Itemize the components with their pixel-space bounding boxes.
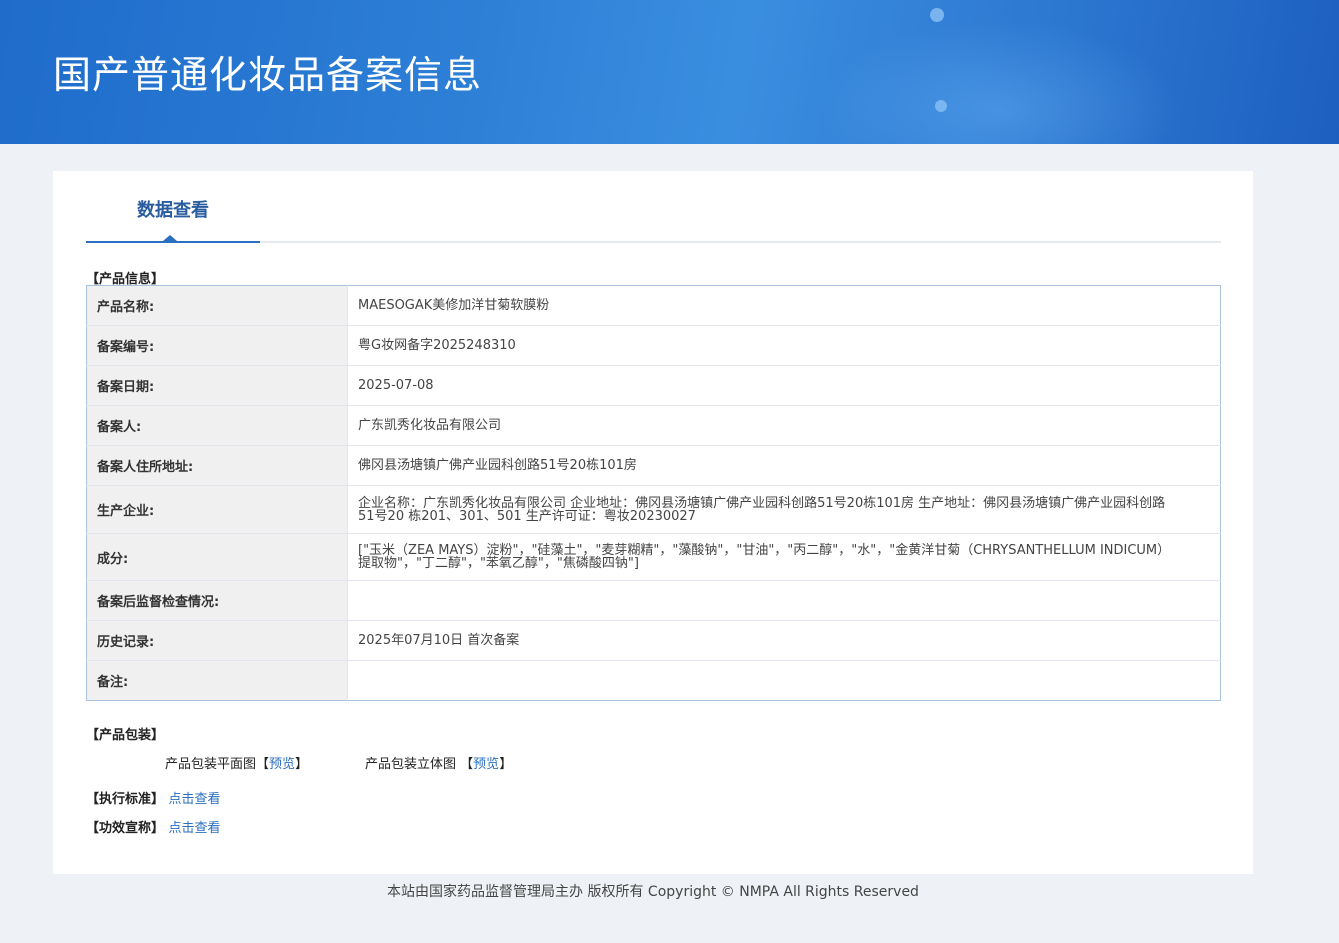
tab-active-caret-icon: [163, 235, 177, 241]
bracket-close: 】: [499, 757, 513, 772]
row-value: [347, 580, 1221, 621]
row-value: 2025-07-08: [347, 365, 1221, 406]
standard-view-link[interactable]: 点击查看: [169, 792, 221, 807]
table-row: 备案人: 广东凯秀化妆品有限公司: [86, 405, 1221, 446]
row-value: 佛冈县汤塘镇广佛产业园科创路51号20栋101房: [347, 445, 1221, 486]
row-value: 粤G妆网备字2025248310: [347, 325, 1221, 366]
tab-bar: 数据查看: [86, 171, 1221, 243]
row-label: 历史记录:: [86, 620, 348, 661]
row-label: 备注:: [86, 660, 348, 701]
efficacy-view-link[interactable]: 点击查看: [169, 821, 221, 836]
packaging-section-title: 【产品包装】: [86, 728, 165, 743]
row-value: MAESOGAK美修加洋甘菊软膜粉: [347, 285, 1221, 326]
row-value: 2025年07月10日 首次备案: [347, 620, 1221, 661]
row-value: 企业名称：广东凯秀化妆品有限公司 企业地址：佛冈县汤塘镇广佛产业园科创路51号2…: [347, 485, 1221, 534]
packaging-stereo-preview-link[interactable]: 预览: [473, 757, 499, 772]
row-value: [348, 661, 1221, 701]
row-label: 生产企业:: [86, 485, 348, 534]
efficacy-row: 【功效宣称】 点击查看: [86, 817, 221, 836]
table-row: 备注:: [86, 660, 1221, 701]
packaging-stereo-label: 产品包装立体图: [365, 757, 457, 772]
row-label: 备案日期:: [86, 365, 348, 406]
header-banner: 国产普通化妆品备案信息: [0, 0, 1339, 144]
table-row: 备案日期: 2025-07-08: [86, 365, 1221, 406]
product-info-table: 产品名称: MAESOGAK美修加洋甘菊软膜粉 备案编号: 粤G妆网备字2025…: [86, 285, 1221, 701]
packaging-flat-item: 产品包装平面图【预览】: [165, 753, 308, 772]
row-label: 备案编号:: [86, 325, 348, 366]
tab-active-underline: [86, 241, 260, 243]
table-row: 生产企业: 企业名称：广东凯秀化妆品有限公司 企业地址：佛冈县汤塘镇广佛产业园科…: [86, 485, 1221, 534]
page-title: 国产普通化妆品备案信息: [53, 53, 483, 97]
standard-row: 【执行标准】 点击查看: [86, 788, 221, 807]
row-label: 备案人住所地址:: [86, 445, 348, 486]
row-value: ["玉米（ZEA MAYS）淀粉"，"硅藻土"，"麦芽糊精"，"藻酸钠"，"甘油…: [347, 533, 1221, 581]
table-row: 历史记录: 2025年07月10日 首次备案: [86, 620, 1221, 661]
banner-decoration: [820, 20, 1180, 144]
row-label: 备案后监督检查情况:: [86, 580, 348, 621]
content-card: 数据查看 【产品信息】 产品名称: MAESOGAK美修加洋甘菊软膜粉 备案编号…: [53, 171, 1253, 874]
row-label: 成分:: [86, 533, 348, 581]
standard-label: 【执行标准】: [86, 792, 165, 807]
packaging-flat-label: 产品包装平面图: [165, 757, 257, 772]
tab-data-view[interactable]: 数据查看: [86, 171, 260, 241]
table-row: 备案编号: 粤G妆网备字2025248310: [86, 325, 1221, 366]
table-row: 备案人住所地址: 佛冈县汤塘镇广佛产业园科创路51号20栋101房: [86, 445, 1221, 486]
bracket-close: 】: [295, 757, 309, 772]
packaging-stereo-item: 产品包装立体图 【预览】: [365, 753, 512, 772]
bracket-open: 【: [256, 757, 270, 772]
bracket-open: 【: [460, 757, 474, 772]
table-row: 产品名称: MAESOGAK美修加洋甘菊软膜粉: [86, 285, 1221, 326]
row-label: 产品名称:: [86, 285, 348, 326]
table-row: 成分: ["玉米（ZEA MAYS）淀粉"，"硅藻土"，"麦芽糊精"，"藻酸钠"…: [86, 533, 1221, 581]
packaging-flat-preview-link[interactable]: 预览: [269, 757, 295, 772]
row-value: 广东凯秀化妆品有限公司: [347, 405, 1221, 446]
banner-decoration-dot: [935, 100, 947, 112]
row-label: 备案人:: [86, 405, 348, 446]
banner-decoration-dot: [930, 8, 944, 22]
efficacy-label: 【功效宣称】: [86, 821, 165, 836]
table-row: 备案后监督检查情况:: [86, 580, 1221, 621]
footer-copyright: 本站由国家药品监督管理局主办 版权所有 Copyright © NMPA All…: [387, 884, 919, 900]
